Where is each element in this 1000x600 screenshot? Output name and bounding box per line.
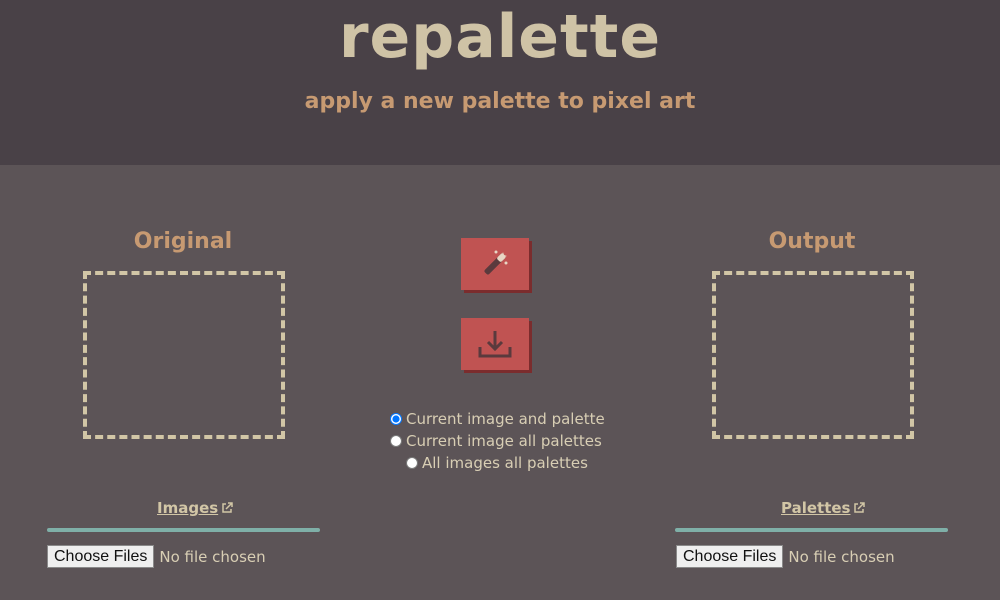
external-link-icon	[854, 502, 866, 513]
download-icon	[478, 331, 512, 358]
images-link[interactable]: Images	[157, 499, 233, 517]
option-label: All images all palettes	[422, 454, 588, 472]
images-file-status: No file chosen	[159, 547, 266, 566]
option-radio[interactable]	[390, 413, 402, 425]
output-image-area	[712, 271, 914, 439]
apply-palette-button[interactable]	[461, 238, 529, 290]
option-label: Current image and palette	[406, 410, 605, 428]
magic-wand-icon	[484, 250, 508, 275]
option-all-images-all-palettes[interactable]: All images all palettes	[406, 454, 588, 472]
palettes-file-status: No file chosen	[788, 547, 895, 566]
original-image-dropzone[interactable]	[83, 271, 285, 439]
download-button[interactable]	[461, 318, 529, 370]
app-subtitle: apply a new palette to pixel art	[304, 89, 696, 114]
images-divider	[47, 528, 320, 532]
palettes-file-input[interactable]: Choose Files No file chosen	[676, 545, 895, 568]
original-title: Original	[133, 229, 233, 254]
images-choose-files-button[interactable]: Choose Files	[47, 545, 155, 568]
option-current-image-all-palettes[interactable]: Current image all palettes	[390, 432, 602, 450]
palettes-link-label: Palettes	[781, 499, 851, 517]
option-current-image-and-palette[interactable]: Current image and palette	[390, 410, 605, 428]
images-link-label: Images	[157, 499, 219, 517]
images-file-input[interactable]: Choose Files No file chosen	[47, 545, 266, 568]
palettes-link[interactable]: Palettes	[781, 499, 866, 517]
app-title: repalette	[338, 2, 662, 72]
output-title: Output	[768, 229, 856, 254]
header: repalette apply a new palette to pixel a…	[0, 0, 1000, 165]
option-radio[interactable]	[406, 457, 418, 469]
option-label: Current image all palettes	[406, 432, 602, 450]
external-link-icon	[222, 502, 233, 513]
palettes-divider	[675, 528, 948, 532]
option-radio[interactable]	[390, 435, 402, 447]
palettes-choose-files-button[interactable]: Choose Files	[676, 545, 784, 568]
